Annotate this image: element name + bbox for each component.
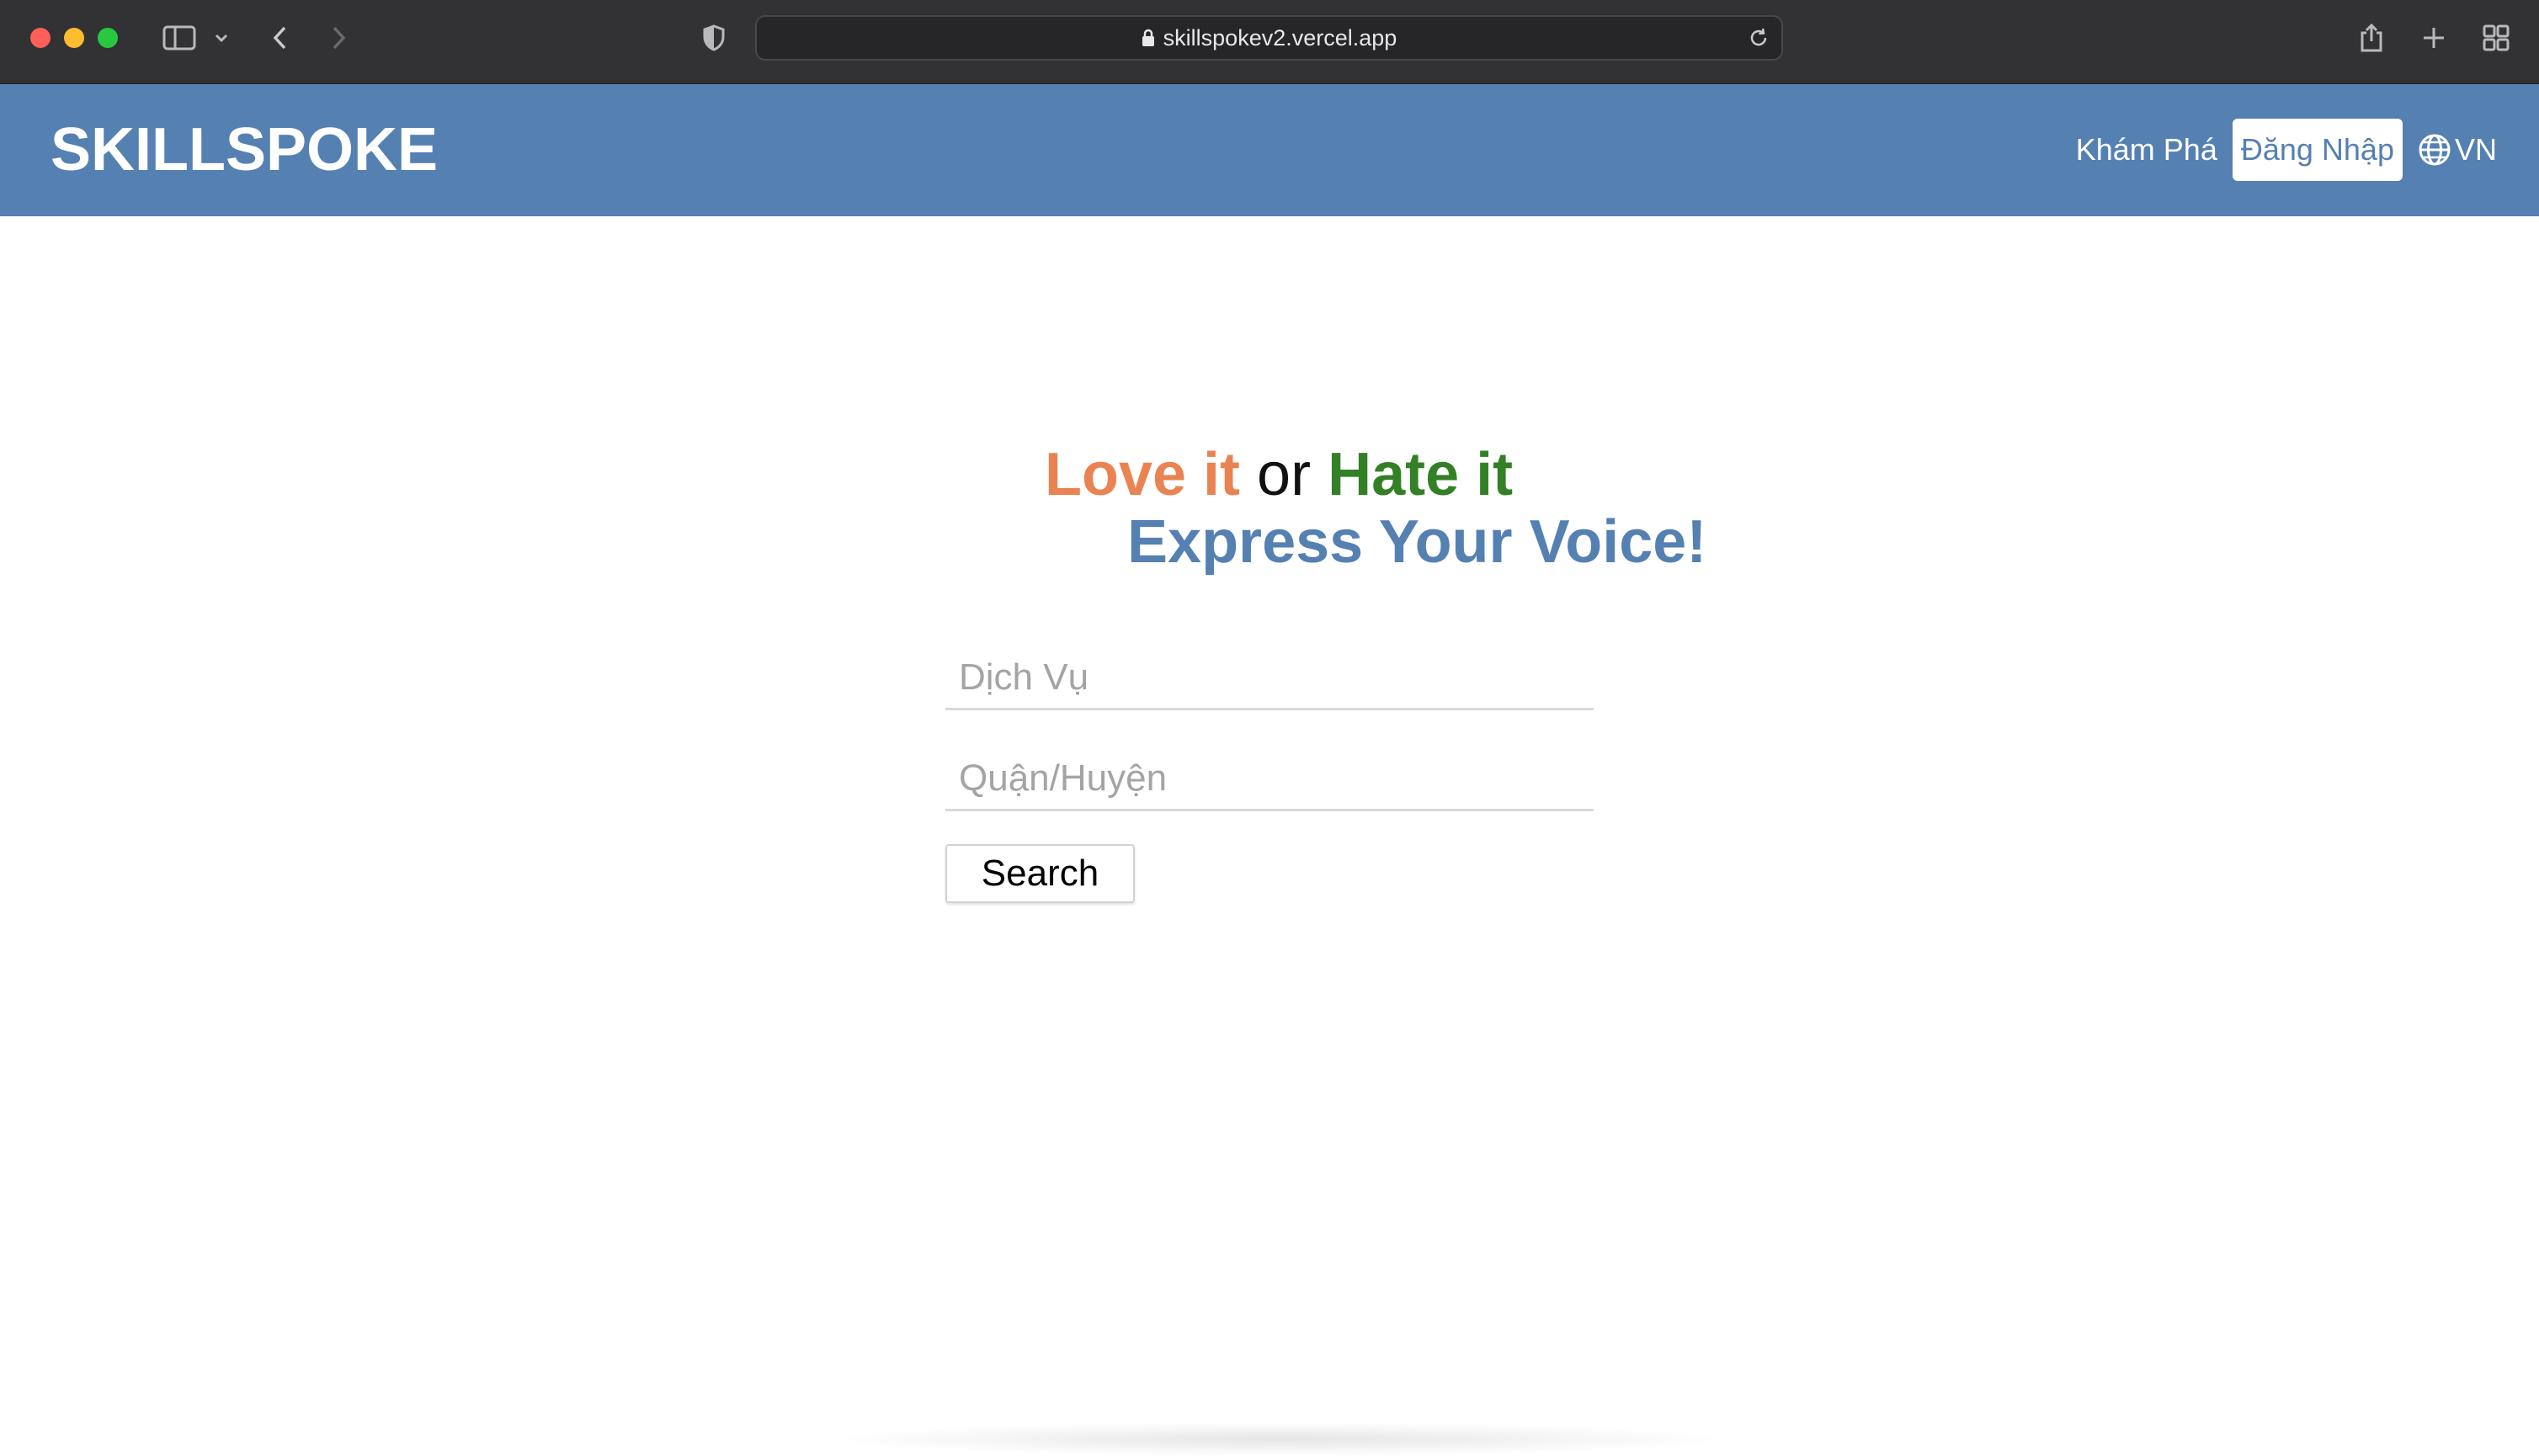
- sidebar-icon[interactable]: [160, 19, 199, 57]
- tab-overview-icon[interactable]: [2482, 19, 2510, 57]
- back-arrow-icon[interactable]: [268, 19, 293, 57]
- site-logo[interactable]: SKILLSPOKE: [51, 114, 438, 185]
- explore-link[interactable]: Khám Phá: [2076, 132, 2217, 167]
- login-button[interactable]: Đăng Nhập: [2232, 119, 2403, 181]
- district-input[interactable]: [945, 747, 1594, 811]
- share-icon[interactable]: [2357, 19, 2386, 57]
- search-button[interactable]: Search: [945, 844, 1135, 903]
- hero-love: Love it: [1045, 441, 1241, 508]
- chevron-down-icon[interactable]: [209, 19, 234, 57]
- shield-icon[interactable]: [701, 19, 727, 57]
- hero-hate: Hate it: [1328, 441, 1514, 508]
- hero-tagline: Express Your Voice!: [1127, 508, 1707, 576]
- globe-icon: [2419, 134, 2451, 166]
- hero-or: or: [1257, 441, 1312, 508]
- service-input[interactable]: [945, 646, 1594, 710]
- plus-icon[interactable]: [2419, 19, 2448, 57]
- language-switcher[interactable]: VN: [2418, 132, 2497, 167]
- url-text: skillspokev2.vercel.app: [1163, 24, 1397, 50]
- header-nav: Khám Phá Đăng Nhập VN: [2076, 118, 2497, 182]
- hero-headline: Love it or Hate it: [1045, 439, 1513, 510]
- lock-icon: [1142, 29, 1155, 47]
- address-bar[interactable]: skillspokev2.vercel.app: [755, 15, 1783, 61]
- minimize-window-button[interactable]: [64, 28, 84, 48]
- close-window-button[interactable]: [30, 28, 51, 48]
- reload-icon[interactable]: [1748, 27, 1770, 53]
- zoom-window-button[interactable]: [98, 28, 118, 48]
- browser-toolbar: skillspokev2.vercel.app: [0, 0, 2539, 84]
- bottom-shadow: [825, 1422, 1734, 1456]
- site-header: SKILLSPOKE Khám Phá Đăng Nhập VN: [0, 84, 2539, 216]
- language-label: VN: [2454, 132, 2497, 167]
- forward-arrow-icon[interactable]: [326, 19, 351, 57]
